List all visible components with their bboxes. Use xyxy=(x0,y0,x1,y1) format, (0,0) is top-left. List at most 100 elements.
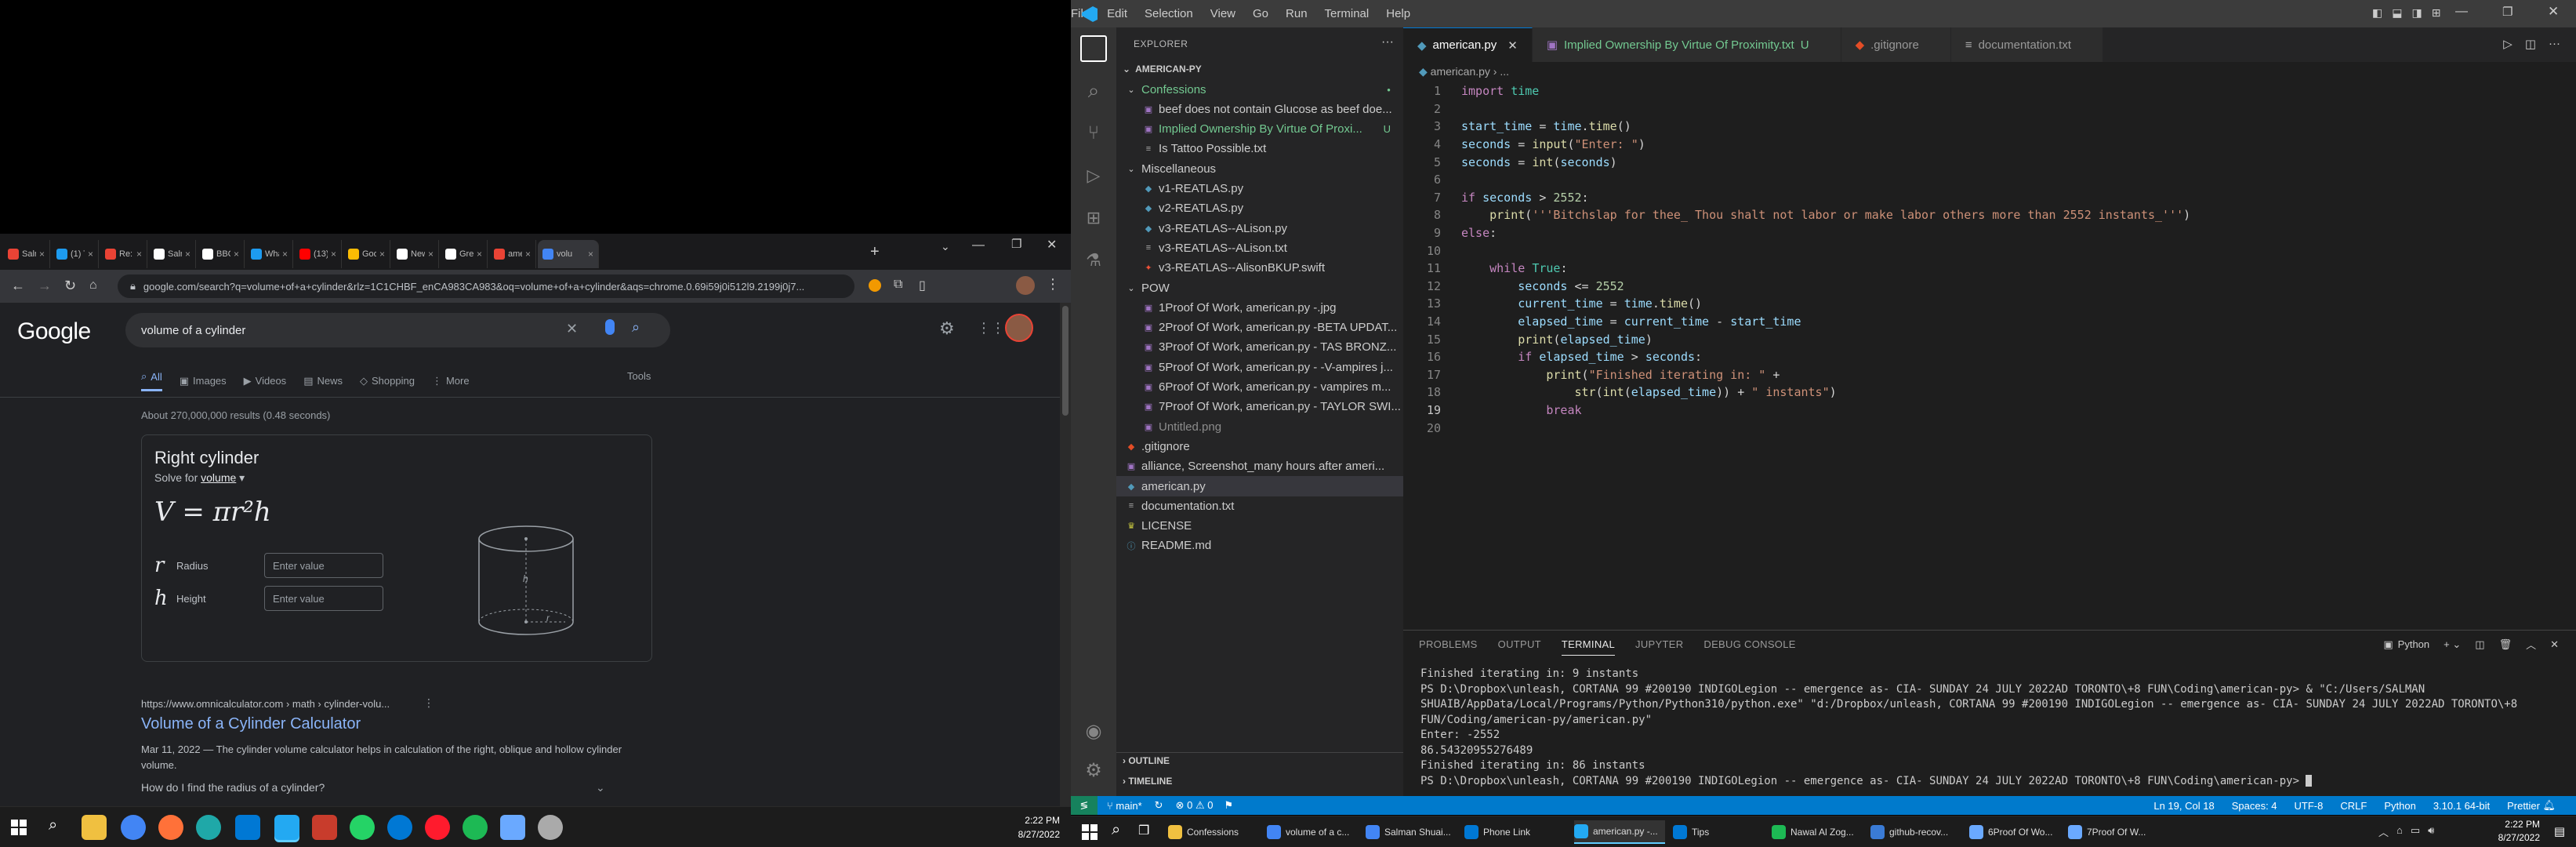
edge-icon[interactable] xyxy=(196,815,221,840)
tab-close-icon[interactable]: × xyxy=(428,249,434,260)
editor-tab-implied-ownership-by-virtue-of-proximity[interactable]: ▣ Implied Ownership By Virtue Of Proximit… xyxy=(1532,27,1841,62)
file-v2-reatlas-py[interactable]: ◆ v2-REATLAS.py xyxy=(1116,198,1403,219)
profile-avatar[interactable] xyxy=(1016,276,1035,295)
battery-icon[interactable]: ▭ xyxy=(2411,824,2420,839)
chrome-tab-4[interactable]: BBC × xyxy=(198,240,245,268)
tools-button[interactable]: Tools xyxy=(627,370,651,382)
taskbar-item-confessions[interactable]: Confessions xyxy=(1168,820,1259,844)
chrome-tab-7[interactable]: Goo× xyxy=(343,240,390,268)
file-readme-md[interactable]: ⓘ README.md xyxy=(1116,536,1403,556)
breadcrumb[interactable]: ◆ american.py › ... xyxy=(1419,65,1509,78)
folder-confessions[interactable]: ⌄ Confessions ● xyxy=(1116,79,1403,100)
terminal-output[interactable]: Finished iterating in: 9 instants PS D:\D… xyxy=(1420,667,2565,789)
search-icon[interactable]: ⌕ xyxy=(1112,821,1120,839)
photos-icon[interactable] xyxy=(500,815,525,840)
clock[interactable]: 2:22 PM 8/27/2022 xyxy=(1018,813,1060,842)
terminal-shell-selector[interactable]: ▣ Python xyxy=(2383,638,2429,651)
tab-search-icon[interactable]: ⌄ xyxy=(941,240,950,253)
source-control-icon[interactable]: ⑂ xyxy=(1080,120,1107,147)
trash-icon[interactable]: 🗑︎ xyxy=(2499,638,2513,651)
close-icon[interactable]: ✕ xyxy=(1047,237,1057,253)
taskbar-item-volume-of-a-c[interactable]: volume of a c... xyxy=(1267,820,1358,844)
status-spaces-4[interactable]: Spaces: 4 xyxy=(2232,800,2277,812)
explorer-files-icon[interactable] xyxy=(1080,35,1107,62)
spotify-icon[interactable] xyxy=(463,815,488,840)
search-icon[interactable]: ⌕ xyxy=(632,319,640,336)
manage-gear-icon[interactable]: ⚙ xyxy=(1080,757,1107,783)
search-tab-videos[interactable]: ▶ Videos xyxy=(244,370,287,391)
search-input[interactable]: volume of a cylinder ✕ ⌕ xyxy=(125,313,670,347)
windows-start-icon[interactable] xyxy=(11,820,27,835)
toggle-panel-icon[interactable]: ⬓ xyxy=(2392,6,2402,20)
sync-icon[interactable]: ↻ xyxy=(1155,799,1163,812)
result-url[interactable]: https://www.omnicalculator.com › math › … xyxy=(141,698,390,710)
tab-close-icon[interactable]: ✕ xyxy=(1508,38,1518,53)
panel-tab-debug-console[interactable]: DEBUG CONSOLE xyxy=(1703,638,1795,656)
search-tab-more[interactable]: ⋮ More xyxy=(432,370,470,391)
file-american-py[interactable]: ◆ american.py xyxy=(1116,476,1403,496)
firefox-icon[interactable] xyxy=(158,815,183,840)
apps-grid-icon[interactable]: ⋮⋮ xyxy=(977,320,1005,336)
chrome-menu-icon[interactable]: ⋮ xyxy=(1046,276,1060,293)
status-utf-8[interactable]: UTF-8 xyxy=(2295,800,2324,812)
toggle-secondary-sidebar-icon[interactable]: ◨ xyxy=(2411,6,2422,20)
volume-icon[interactable]: 🔊︎ xyxy=(2428,824,2434,839)
height-input[interactable]: Enter value xyxy=(264,586,383,611)
taskbar-item-salman-shuai[interactable]: Salman Shuai... xyxy=(1366,820,1457,844)
menu-go[interactable]: Go xyxy=(1253,7,1268,20)
chrome-icon[interactable] xyxy=(121,815,146,840)
whatsapp-icon[interactable] xyxy=(350,815,375,840)
flag-icon[interactable]: ⚑ xyxy=(1224,799,1233,812)
file-documentation-txt[interactable]: ≡ documentation.txt xyxy=(1116,496,1403,516)
customize-layout-icon[interactable]: ⊞ xyxy=(2432,6,2441,20)
file-1proof-of-work-american-py-jpg[interactable]: ▣ 1Proof Of Work, american.py -.jpg xyxy=(1116,297,1403,318)
more-actions-icon[interactable]: ··· xyxy=(1381,35,1394,49)
chrome-tab-5[interactable]: Wha× xyxy=(246,240,293,268)
tips-icon[interactable] xyxy=(387,815,412,840)
chrome-tab-6[interactable]: (13) × xyxy=(295,240,342,268)
file-6proof-of-work-american-py-vampires-m[interactable]: ▣ 6Proof Of Work, american.py - vampires … xyxy=(1116,377,1403,398)
taskbar-item-nawal-al-zog[interactable]: Nawal Al Zog... xyxy=(1772,820,1863,844)
chrome-tab-9[interactable]: Gree × xyxy=(441,240,488,268)
status-3-10-1-64-bit[interactable]: 3.10.1 64-bit xyxy=(2433,800,2490,812)
file-7proof-of-work-american-py-taylor-swi[interactable]: ▣ 7Proof Of Work, american.py - TAYLOR SW… xyxy=(1116,397,1403,417)
search-tab-images[interactable]: ▣ Images xyxy=(180,370,227,391)
folder-miscellaneous[interactable]: ⌄ Miscellaneous xyxy=(1116,158,1403,179)
tab-close-icon[interactable]: × xyxy=(234,249,239,260)
tab-close-icon[interactable]: × xyxy=(39,249,45,260)
chrome-tab-0[interactable]: Salm× xyxy=(3,240,50,268)
more-actions-icon[interactable]: ··· xyxy=(2549,37,2560,51)
chevron-down-icon[interactable]: ⌄ xyxy=(596,781,605,794)
panel-tab-output[interactable]: OUTPUT xyxy=(1498,638,1541,656)
file-3proof-of-work-american-py-tas-bronz[interactable]: ▣ 3Proof Of Work, american.py - TAS BRONZ… xyxy=(1116,337,1403,358)
file-v1-reatlas-py[interactable]: ◆ v1-REATLAS.py xyxy=(1116,179,1403,199)
status-crlf[interactable]: CRLF xyxy=(2340,800,2367,812)
store-icon[interactable] xyxy=(235,815,260,840)
google-logo[interactable]: Google xyxy=(17,318,91,345)
mic-icon[interactable] xyxy=(605,319,615,335)
tab-close-icon[interactable]: × xyxy=(136,249,142,260)
editor-tab-documentation-txt[interactable]: ≡ documentation.txt xyxy=(1950,27,2103,62)
home-icon[interactable]: ⌂ xyxy=(89,278,97,293)
tab-close-icon[interactable]: × xyxy=(379,249,385,260)
network-icon[interactable]: ⌂ xyxy=(2396,824,2403,839)
result-more-icon[interactable]: ⋮ xyxy=(423,696,434,710)
new-tab-icon[interactable]: + xyxy=(870,243,889,262)
opera-icon[interactable] xyxy=(425,815,450,840)
menu-help[interactable]: Help xyxy=(1386,7,1410,20)
task-view-icon[interactable]: ❐ xyxy=(1138,823,1149,838)
sidebar-icon[interactable]: ▯ xyxy=(919,278,926,293)
file-alliance-screenshot-many-hours-after-ame[interactable]: ▣ alliance, Screenshot_many hours after a… xyxy=(1116,456,1403,477)
toggle-sidebar-icon[interactable]: ◧ xyxy=(2372,6,2382,20)
settings-gear-icon[interactable]: ⚙ xyxy=(939,318,955,339)
editor-tab-gitignore[interactable]: ◆ .gitignore xyxy=(1841,27,1951,62)
taskbar-item-american-py[interactable]: american.py -... xyxy=(1574,820,1665,844)
testing-flask-icon[interactable]: ⚗ xyxy=(1080,247,1107,274)
windows-start-icon[interactable] xyxy=(1082,824,1098,840)
branch-indicator[interactable]: ⑂ main* xyxy=(1107,800,1142,812)
file-gitignore[interactable]: ◆ .gitignore xyxy=(1116,436,1403,456)
close-icon[interactable]: ✕ xyxy=(2548,4,2559,20)
taskbar-item-github-recov[interactable]: github-recov... xyxy=(1870,820,1961,844)
search-tab-shopping[interactable]: ◇ Shopping xyxy=(360,370,415,391)
app-icon[interactable] xyxy=(312,815,337,840)
